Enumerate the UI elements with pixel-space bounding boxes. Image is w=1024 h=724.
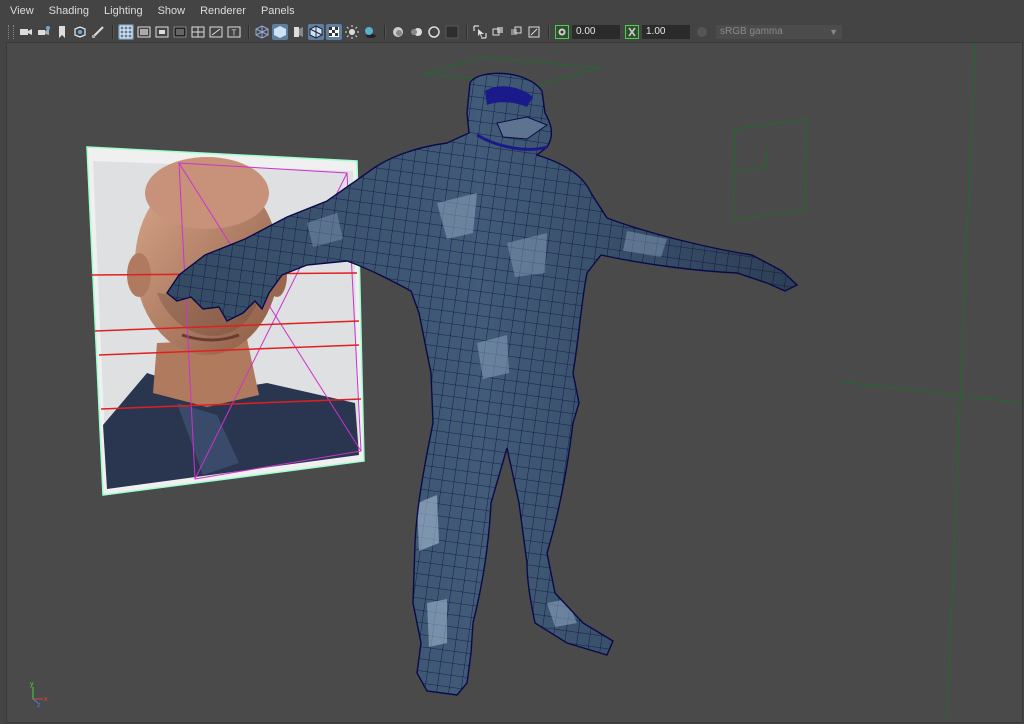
gamma-toggle-icon[interactable] — [624, 24, 640, 40]
viewport-scene — [86, 43, 1022, 722]
default-material-icon[interactable] — [290, 24, 306, 40]
menu-lighting[interactable]: Lighting — [99, 0, 148, 22]
safe-action-icon[interactable] — [208, 24, 224, 40]
color-management-icon[interactable] — [694, 24, 710, 40]
wireframe-on-shaded-icon[interactable] — [308, 24, 324, 40]
shadows-icon[interactable] — [362, 24, 378, 40]
toolbar-separator — [548, 25, 550, 39]
toolbar-separator — [112, 25, 114, 39]
use-all-lights-icon[interactable] — [344, 24, 360, 40]
panel-toolbar: T 0.00 1.00 sRGB gamma ▼ — [0, 22, 1024, 42]
menu-shading[interactable]: Shading — [44, 0, 94, 22]
maya-viewport-panel: View Shading Lighting Show Renderer Pane… — [0, 0, 1024, 724]
xray-joints-icon[interactable] — [508, 24, 524, 40]
isolate-select-icon[interactable] — [472, 24, 488, 40]
toolbar-grip[interactable] — [8, 25, 14, 39]
panel-menubar: View Shading Lighting Show Renderer Pane… — [0, 0, 1024, 22]
gamma-field[interactable]: 1.00 — [642, 25, 690, 39]
axis-z-label: z — [37, 702, 41, 707]
toolbar-separator — [466, 25, 468, 39]
svg-text:T: T — [232, 29, 237, 38]
field-chart-icon[interactable] — [190, 24, 206, 40]
reference-image-plane — [86, 146, 365, 496]
camera-attributes-icon[interactable] — [36, 24, 52, 40]
dropdown-arrow-icon: ▼ — [829, 27, 838, 37]
toolbar-separator — [384, 25, 386, 39]
select-camera-icon[interactable] — [18, 24, 34, 40]
motion-blur-icon[interactable] — [408, 24, 424, 40]
resolution-gate-icon[interactable] — [154, 24, 170, 40]
safe-title-icon[interactable]: T — [226, 24, 242, 40]
gate-mask-icon[interactable] — [172, 24, 188, 40]
wireframe-icon[interactable] — [254, 24, 270, 40]
view-transform-dropdown[interactable]: sRGB gamma ▼ — [716, 25, 842, 39]
textured-icon[interactable] — [326, 24, 342, 40]
film-gate-icon[interactable] — [136, 24, 152, 40]
toolbar-separator — [248, 25, 250, 39]
xray-components-icon[interactable] — [526, 24, 542, 40]
axis-x-label: x — [44, 696, 48, 703]
screen-space-ao-icon[interactable] — [390, 24, 406, 40]
menu-renderer[interactable]: Renderer — [195, 0, 251, 22]
exposure-field[interactable]: 0.00 — [572, 25, 620, 39]
anti-aliasing-icon[interactable] — [426, 24, 442, 40]
menu-panels[interactable]: Panels — [256, 0, 300, 22]
view-axis-indicator: y x z — [30, 681, 48, 707]
grid-toggle-icon[interactable] — [118, 24, 134, 40]
two-d-pan-zoom-icon[interactable] — [90, 24, 106, 40]
menu-view[interactable]: View — [5, 0, 39, 22]
smooth-shade-icon[interactable] — [272, 24, 288, 40]
image-plane-icon[interactable] — [72, 24, 88, 40]
depth-of-field-icon[interactable] — [444, 24, 460, 40]
xray-icon[interactable] — [490, 24, 506, 40]
exposure-toggle-icon[interactable] — [554, 24, 570, 40]
3d-viewport[interactable]: y x z — [6, 42, 1023, 723]
menu-show[interactable]: Show — [153, 0, 191, 22]
view-transform-value: sRGB gamma — [720, 26, 783, 37]
bookmark-icon[interactable] — [54, 24, 70, 40]
axis-y-label: y — [30, 681, 34, 688]
